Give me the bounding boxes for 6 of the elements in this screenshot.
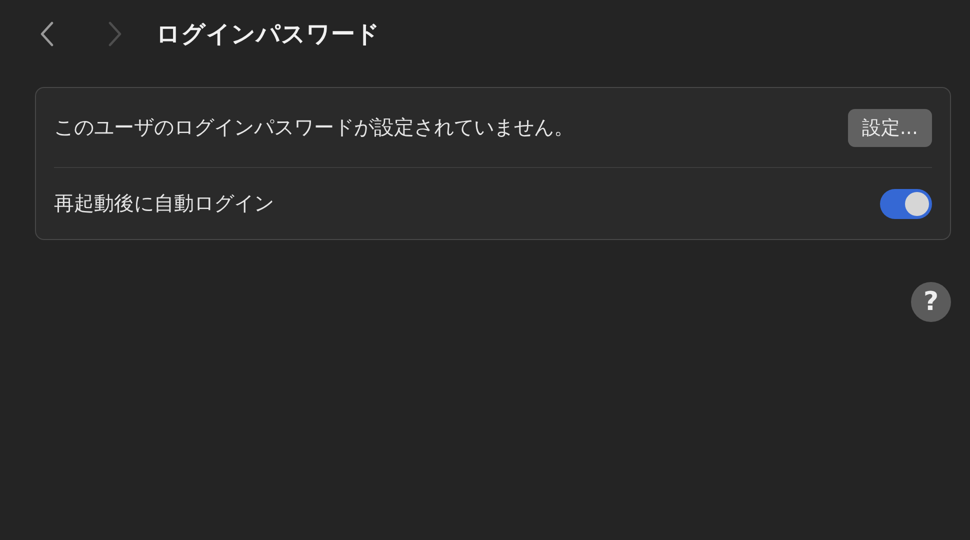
- page-title: ログインパスワード: [156, 19, 380, 50]
- setting-label: このユーザのログインパスワードが設定されていません。: [54, 114, 574, 141]
- setting-label: 再起動後に自動ログイン: [54, 190, 274, 217]
- set-button[interactable]: 設定...: [848, 108, 932, 146]
- help-button[interactable]: ?: [911, 282, 951, 322]
- toggle-switch[interactable]: [880, 188, 932, 218]
